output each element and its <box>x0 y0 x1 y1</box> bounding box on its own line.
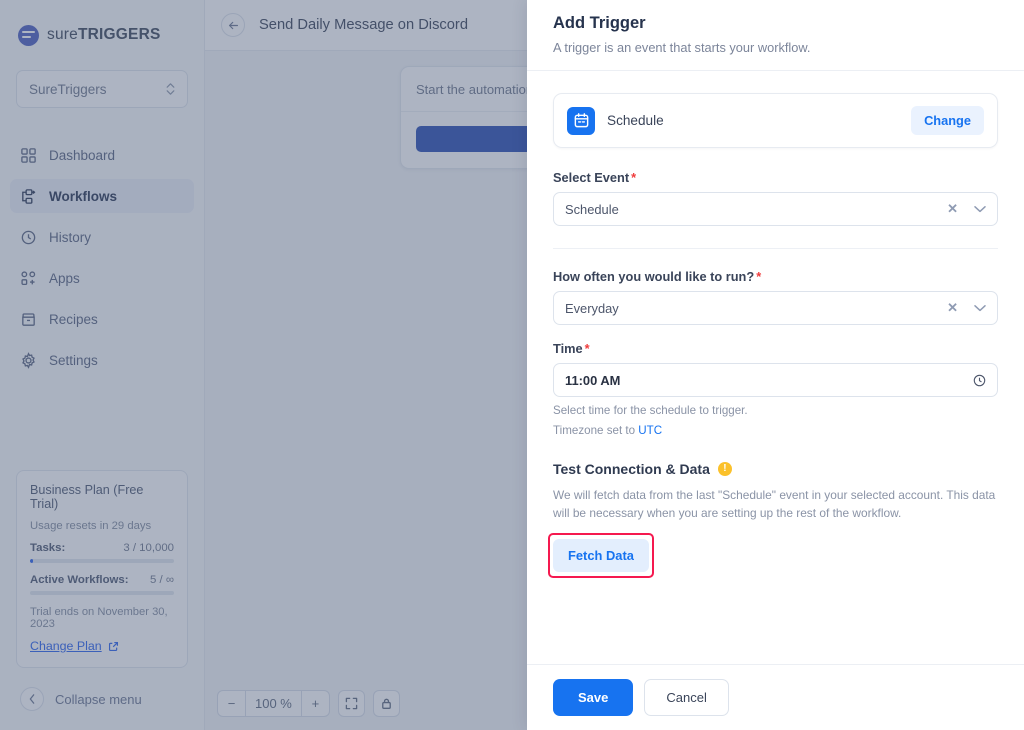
field-select-event: Select Event * Schedule ✕ <box>553 170 998 226</box>
test-connection-heading: Test Connection & Data ! <box>553 461 998 477</box>
panel-subtitle: A trigger is an event that starts your w… <box>553 40 811 55</box>
fetch-data-button[interactable]: Fetch Data <box>553 538 649 572</box>
chevron-down-icon[interactable] <box>974 304 986 312</box>
required-marker: * <box>756 269 762 284</box>
chevron-down-icon[interactable] <box>974 205 986 213</box>
fetch-data-wrapper: Fetch Data <box>548 532 654 578</box>
add-trigger-panel: Add Trigger A trigger is an event that s… <box>527 0 1024 730</box>
clear-icon[interactable]: ✕ <box>947 201 958 217</box>
clear-icon[interactable]: ✕ <box>947 300 958 316</box>
modal-overlay[interactable] <box>0 0 527 730</box>
panel-footer: Save Cancel <box>527 664 1024 730</box>
required-marker: * <box>631 170 637 185</box>
field-label: Time * <box>553 341 998 356</box>
field-label: How often you would like to run? * <box>553 269 998 284</box>
select-event-value: Schedule <box>565 201 619 217</box>
select-event-dropdown[interactable]: Schedule ✕ <box>553 192 998 226</box>
field-label-text: How often you would like to run? <box>553 269 755 284</box>
timezone-prefix: Timezone set to <box>553 424 639 437</box>
calendar-icon <box>567 106 595 135</box>
field-time: Time * 11:00 AM Select time for the sched… <box>553 341 998 437</box>
field-label-text: Time <box>553 341 583 356</box>
save-button[interactable]: Save <box>553 679 634 716</box>
run-frequency-dropdown[interactable]: Everyday ✕ <box>553 291 998 325</box>
app-root: sureTRIGGERS SureTriggers Dashboard Work… <box>0 0 1024 730</box>
timezone-hint: Timezone set to UTC <box>553 424 998 437</box>
time-hint: Select time for the schedule to trigger. <box>553 404 748 417</box>
panel-header: Add Trigger A trigger is an event that s… <box>527 0 1024 71</box>
change-app-button[interactable]: Change <box>911 106 984 135</box>
timezone-link[interactable]: UTC <box>638 424 662 437</box>
required-marker: * <box>584 341 590 356</box>
clock-icon[interactable] <box>973 374 986 387</box>
panel-body: Schedule Change Select Event * Schedule ✕… <box>527 71 1024 664</box>
panel-title: Add Trigger <box>553 14 646 32</box>
warning-icon: ! <box>717 462 732 476</box>
field-label-text: Select Event <box>553 170 630 185</box>
selected-app-card: Schedule Change <box>553 93 998 148</box>
selected-app-name: Schedule <box>607 113 664 128</box>
time-input-value: 11:00 AM <box>565 372 621 388</box>
test-connection-description: We will fetch data from the last "Schedu… <box>553 488 996 521</box>
cancel-button[interactable]: Cancel <box>644 679 729 716</box>
field-label: Select Event * <box>553 170 998 185</box>
time-input[interactable]: 11:00 AM <box>553 363 998 397</box>
test-connection-title: Test Connection & Data <box>553 461 710 477</box>
run-frequency-value: Everyday <box>565 300 619 316</box>
field-run-frequency: How often you would like to run? * Everyd… <box>553 269 998 325</box>
section-divider <box>553 248 998 249</box>
